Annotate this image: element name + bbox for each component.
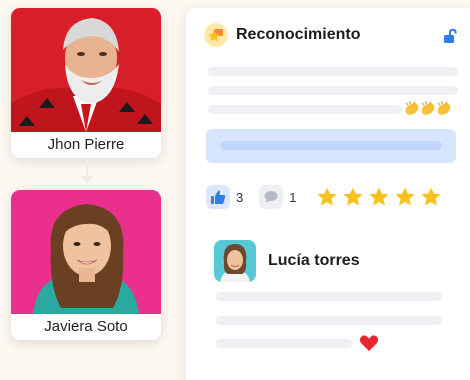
person-card-jhon[interactable]: Jhon Pierre [11,8,161,158]
heart-icon[interactable] [359,334,379,357]
unlock-icon[interactable] [442,28,458,49]
card-title: Reconocimiento [236,26,361,43]
person-photo [11,8,161,132]
person-photo [11,190,161,314]
speech-bubble-icon [264,191,278,203]
person-name: Jhon Pierre [47,136,125,153]
person-card-javiera[interactable]: Javiera Soto [11,190,161,340]
star-icon[interactable] [368,186,390,208]
commenter-name: Lucía torres [268,252,360,269]
like-button[interactable] [206,185,230,209]
star-icon[interactable] [316,186,338,208]
thumbs-up-icon [211,190,226,204]
comment: Lucía torres [214,240,360,282]
comment-count: 1 [289,189,297,205]
clapping-hands-icon [405,100,453,116]
message-input[interactable] [206,129,456,163]
star-icon[interactable] [342,186,364,208]
star-badge-icon [204,23,228,47]
input-placeholder-line [220,141,442,150]
text-placeholder-line [216,339,352,348]
text-placeholder-line [208,86,458,95]
recognition-card: Reconocimiento 3 1 Lucía torres [186,8,470,380]
text-placeholder-line [216,292,442,301]
reactions-bar: 3 1 [206,185,446,209]
like-count: 3 [236,189,244,205]
text-placeholder-line [208,67,458,76]
connector-arrow-icon [80,176,94,183]
star-rating[interactable] [316,186,446,208]
avatar [214,240,256,282]
star-icon[interactable] [420,186,442,208]
comment-button[interactable] [259,185,284,209]
card-header: Reconocimiento [204,23,360,47]
text-placeholder-line [208,105,402,114]
star-icon[interactable] [394,186,416,208]
text-placeholder-line [216,316,442,325]
person-name: Javiera Soto [44,318,128,335]
